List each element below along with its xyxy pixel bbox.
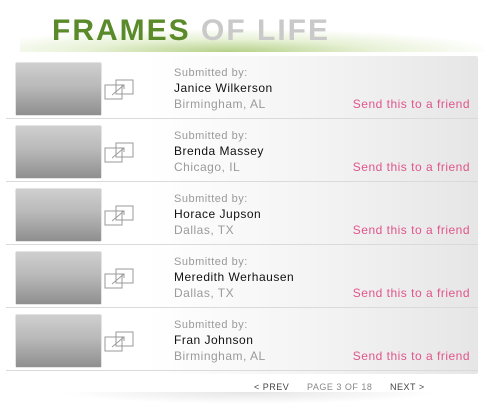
submission-row: Submitted by: Horace Jupson Dallas, TX S… [6,182,478,245]
enlarge-frame-icon[interactable] [104,204,136,228]
photo-thumbnail[interactable] [16,315,101,367]
submitted-by-label: Submitted by: [174,130,248,142]
page-title: FRAMES OF LIFE [52,14,330,48]
title-part-1: FRAMES [52,14,191,47]
photo-thumbnail[interactable] [16,63,101,115]
enlarge-frame-icon[interactable] [104,141,136,165]
enlarge-frame-icon[interactable] [104,330,136,354]
submitted-by-label: Submitted by: [174,319,248,331]
send-to-friend-link[interactable]: Send this to a friend [353,349,470,363]
submission-row: Submitted by: Brenda Massey Chicago, IL … [6,119,478,182]
title-part-2: OF LIFE [201,14,331,47]
submitter-location: Chicago, IL [174,160,241,174]
page-indicator: PAGE 3 OF 18 [307,382,373,392]
submission-row: Submitted by: Meredith Werhausen Dallas,… [6,245,478,308]
photo-thumbnail[interactable] [16,189,101,241]
enlarge-frame-icon[interactable] [104,78,136,102]
submissions-panel: Submitted by: Janice Wilkerson Birmingha… [6,56,478,374]
submitted-by-label: Submitted by: [174,67,248,79]
submitter-location: Dallas, TX [174,286,235,300]
send-to-friend-link[interactable]: Send this to a friend [353,223,470,237]
photo-thumbnail[interactable] [16,252,101,304]
submitted-by-label: Submitted by: [174,193,248,205]
submitter-name: Janice Wilkerson [174,81,273,95]
submitter-name: Meredith Werhausen [174,270,295,284]
send-to-friend-link[interactable]: Send this to a friend [353,97,470,111]
prev-page-link[interactable]: < PREV [254,382,289,392]
photo-thumbnail[interactable] [16,126,101,178]
submitter-location: Dallas, TX [174,223,235,237]
send-to-friend-link[interactable]: Send this to a friend [353,160,470,174]
submission-row: Submitted by: Janice Wilkerson Birmingha… [6,56,478,119]
send-to-friend-link[interactable]: Send this to a friend [353,286,470,300]
submitter-name: Fran Johnson [174,333,254,347]
submission-row: Submitted by: Fran Johnson Birmingham, A… [6,308,478,371]
header: FRAMES OF LIFE [0,0,484,58]
bottom-shadow [60,392,440,404]
submitter-name: Brenda Massey [174,144,264,158]
submitter-location: Birmingham, AL [174,97,266,111]
submitter-name: Horace Jupson [174,207,262,221]
submitter-location: Birmingham, AL [174,349,266,363]
next-page-link[interactable]: NEXT > [390,382,425,392]
submitted-by-label: Submitted by: [174,256,248,268]
enlarge-frame-icon[interactable] [104,267,136,291]
